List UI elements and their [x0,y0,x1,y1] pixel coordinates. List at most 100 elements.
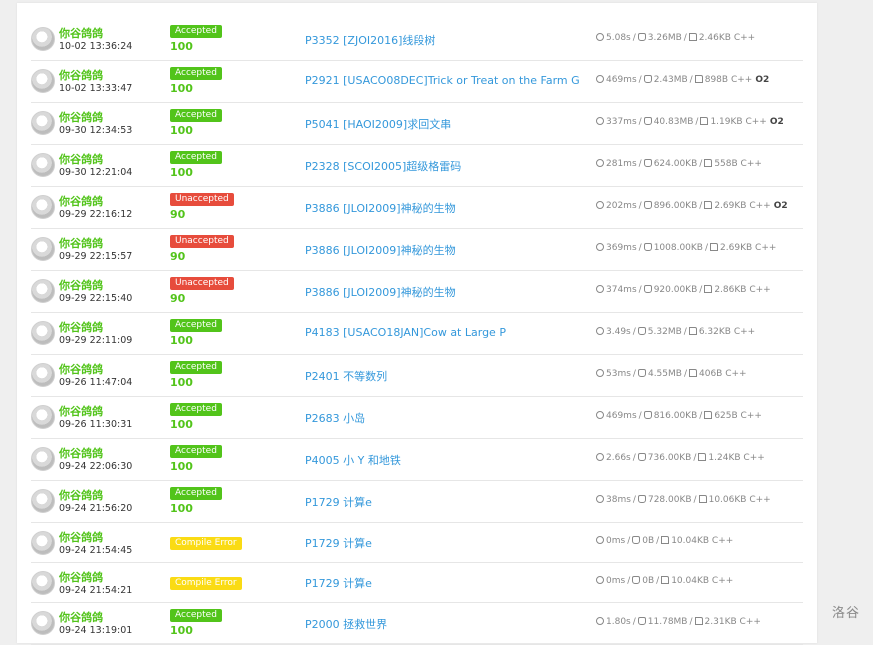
problem-link[interactable]: P2401 不等数列 [305,368,387,384]
problem-link[interactable]: P1729 计算e [305,494,372,510]
record-row[interactable]: 你谷鸽鸽 09-26 11:47:04 Accepted 100 P2401 不等数列 5… [31,355,803,397]
username-link[interactable]: 你谷鸽鸽 [59,609,103,625]
status-badge[interactable]: Accepted [170,487,222,500]
username-link[interactable]: 你谷鸽鸽 [59,319,103,335]
status-badge[interactable]: Accepted [170,319,222,332]
status-badge[interactable]: Accepted [170,151,222,164]
record-stats: 38ms/728.00KB/10.06KB C++ [596,495,771,505]
username-link[interactable]: 你谷鸽鸽 [59,445,103,461]
record-row[interactable]: 你谷鸽鸽 09-24 21:56:20 Accepted 100 P1729 计算e 38… [31,481,803,523]
status-badge[interactable]: Accepted [170,403,222,416]
username-link[interactable]: 你谷鸽鸽 [59,403,103,419]
username-link[interactable]: 你谷鸽鸽 [59,67,103,83]
score: 100 [170,460,193,473]
status-badge[interactable]: Unaccepted [170,193,234,206]
record-row[interactable]: 你谷鸽鸽 09-29 22:11:09 Accepted 100 P4183 [USAC… [31,313,803,355]
username-link[interactable]: 你谷鸽鸽 [59,487,103,503]
problem-link[interactable]: P4005 小 Y 和地铁 [305,452,401,468]
record-row[interactable]: 你谷鸽鸽 09-24 21:54:21 Compile Error P1729 计算e… [31,563,803,603]
username-link[interactable]: 你谷鸽鸽 [59,235,103,251]
submit-time: 09-29 22:16:12 [59,209,133,220]
record-row[interactable]: 你谷鸽鸽 09-29 22:15:57 Unaccepted 90 P3886 [JLO… [31,229,803,271]
status-badge[interactable]: Accepted [170,445,222,458]
username-link[interactable]: 你谷鸽鸽 [59,569,103,585]
user-avatar[interactable] [31,153,55,177]
username-link[interactable]: 你谷鸽鸽 [59,151,103,167]
status-badge[interactable]: Accepted [170,361,222,374]
separator: / [695,117,699,127]
username-link[interactable]: 你谷鸽鸽 [59,529,103,545]
user-avatar[interactable] [31,69,55,93]
username-link[interactable]: 你谷鸽鸽 [59,25,103,41]
file-icon [689,369,697,377]
record-stats: 202ms/896.00KB/2.69KB C++ O2 [596,201,788,211]
file-icon [661,536,670,544]
time-used: 369ms [606,243,637,253]
user-avatar[interactable] [31,611,55,635]
language: C++ [749,495,771,505]
problem-link[interactable]: P1729 计算e [305,535,372,551]
user-avatar[interactable] [31,363,55,387]
username-link[interactable]: 你谷鸽鸽 [59,277,103,293]
separator: / [683,369,687,379]
time-used: 469ms [606,411,637,421]
record-row[interactable]: 你谷鸽鸽 09-26 11:30:31 Accepted 100 P2683 小岛 469… [31,397,803,439]
user-avatar[interactable] [31,237,55,261]
status-badge[interactable]: Accepted [170,67,222,80]
user-avatar[interactable] [31,279,55,303]
file-icon [688,327,697,335]
problem-link[interactable]: P3352 [ZJOI2016]线段树 [305,32,435,48]
user-avatar[interactable] [31,27,55,51]
o2-flag: O2 [769,117,784,127]
memory-used: 3.26MB [647,33,682,43]
user-avatar[interactable] [31,447,55,471]
separator: / [699,411,703,421]
problem-link[interactable]: P2683 小岛 [305,410,365,426]
problem-link[interactable]: P3886 [JLOI2009]神秘的生物 [305,284,456,300]
status-badge[interactable]: Accepted [170,109,222,122]
score: 100 [170,376,193,389]
user-avatar[interactable] [31,571,55,595]
record-row[interactable]: 你谷鸽鸽 09-29 22:16:12 Unaccepted 90 P3886 [JLO… [31,187,803,229]
status-badge[interactable]: Accepted [170,25,222,38]
record-stats: 337ms/40.83MB/1.19KB C++ O2 [596,117,784,127]
problem-link[interactable]: P3886 [JLOI2009]神秘的生物 [305,200,456,216]
record-row[interactable]: 你谷鸽鸽 10-02 13:33:47 Accepted 100 P2921 [USAC… [31,61,803,103]
username-link[interactable]: 你谷鸽鸽 [59,361,103,377]
problem-link[interactable]: P2328 [SCOI2005]超级格雷码 [305,158,461,174]
status-badge[interactable]: Compile Error [170,577,242,590]
problem-link[interactable]: P4183 [USACO18JAN]Cow at Large P [305,326,506,339]
record-row[interactable]: 你谷鸽鸽 10-02 13:36:24 Accepted 100 P3352 [ZJOI… [31,19,803,61]
record-row[interactable]: 你谷鸽鸽 09-30 12:34:53 Accepted 100 P5041 [HAOI… [31,103,803,145]
record-row[interactable]: 你谷鸽鸽 09-24 21:54:45 Compile Error P1729 计算e… [31,523,803,563]
username-link[interactable]: 你谷鸽鸽 [59,193,103,209]
record-row[interactable]: 你谷鸽鸽 09-24 22:06:30 Accepted 100 P4005 小 Y 和… [31,439,803,481]
separator: / [689,75,693,85]
record-row[interactable]: 你谷鸽鸽 09-30 12:21:04 Accepted 100 P2328 [SCOI… [31,145,803,187]
problem-link[interactable]: P2921 [USACO08DEC]Trick or Treat on the … [305,74,580,87]
separator: / [627,576,631,586]
problem-link[interactable]: P1729 计算e [305,575,372,591]
status-badge[interactable]: Accepted [170,609,222,622]
record-row[interactable]: 你谷鸽鸽 09-24 13:19:01 Accepted 100 P2000 拯救世界 1… [31,603,803,645]
user-avatar[interactable] [31,195,55,219]
username-link[interactable]: 你谷鸽鸽 [59,109,103,125]
problem-link[interactable]: P5041 [HAOI2009]求回文串 [305,116,451,132]
database-icon [632,576,641,584]
status-badge[interactable]: Compile Error [170,537,242,550]
user-avatar[interactable] [31,531,55,555]
file-icon [704,411,713,419]
code-size: 10.04KB [671,576,710,586]
memory-used: 896.00KB [653,201,698,211]
user-avatar[interactable] [31,111,55,135]
user-avatar[interactable] [31,489,55,513]
code-size: 406B [699,369,723,379]
status-badge[interactable]: Unaccepted [170,277,234,290]
problem-link[interactable]: P3886 [JLOI2009]神秘的生物 [305,242,456,258]
record-stats: 3.49s/5.32MB/6.32KB C++ [596,327,755,337]
user-avatar[interactable] [31,321,55,345]
user-avatar[interactable] [31,405,55,429]
separator: / [693,495,697,505]
status-badge[interactable]: Unaccepted [170,235,234,248]
record-row[interactable]: 你谷鸽鸽 09-29 22:15:40 Unaccepted 90 P3886 [JLO… [31,271,803,313]
